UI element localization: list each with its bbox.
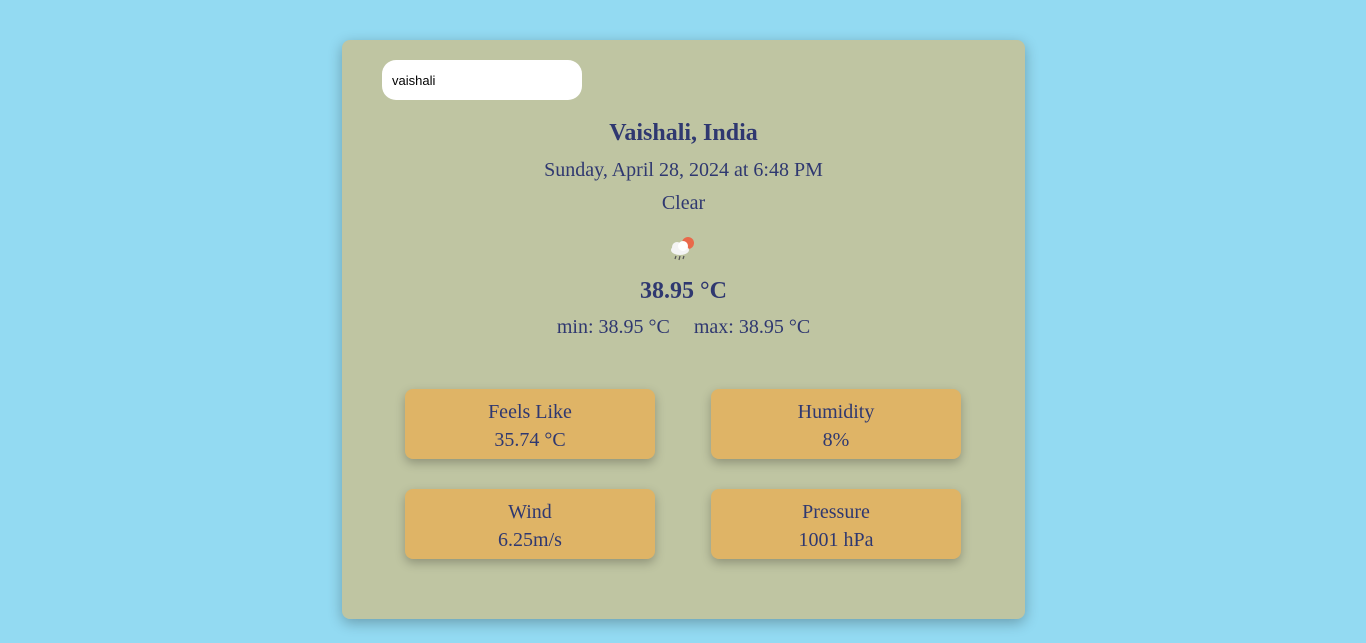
max-temperature: max: 38.95 °C xyxy=(693,316,811,338)
min-max-temperature: min: 38.95 °C max: 38.95 °C xyxy=(342,316,1025,339)
date-time: Sunday, April 28, 2024 at 6:48 PM xyxy=(544,159,823,181)
min-temperature: min: 38.95 °C xyxy=(556,316,670,338)
humidity-label: Humidity xyxy=(797,401,875,423)
humidity-value: 8% xyxy=(822,429,850,451)
pressure-value: 1001 hPa xyxy=(798,529,874,551)
pressure-label: Pressure xyxy=(802,501,870,523)
feels-like-value: 35.74 °C xyxy=(494,429,566,451)
city-search-input[interactable] xyxy=(382,60,582,100)
humidity-tile: Humidity 8% xyxy=(711,389,961,459)
wind-label: Wind xyxy=(508,501,552,523)
weather-card: Vaishali, India Sunday, April 28, 2024 a… xyxy=(342,40,1025,619)
current-temperature: 38.95 °C xyxy=(640,278,727,304)
feels-like-tile: Feels Like 35.74 °C xyxy=(405,389,655,459)
weather-condition: Clear xyxy=(661,192,706,214)
pressure-tile: Pressure 1001 hPa xyxy=(711,489,961,559)
location-title: Vaishali, India xyxy=(609,120,758,146)
cloud-sun-rain-icon xyxy=(671,237,694,261)
wind-value: 6.25m/s xyxy=(498,529,562,551)
feels-like-label: Feels Like xyxy=(488,401,572,423)
wind-tile: Wind 6.25m/s xyxy=(405,489,655,559)
